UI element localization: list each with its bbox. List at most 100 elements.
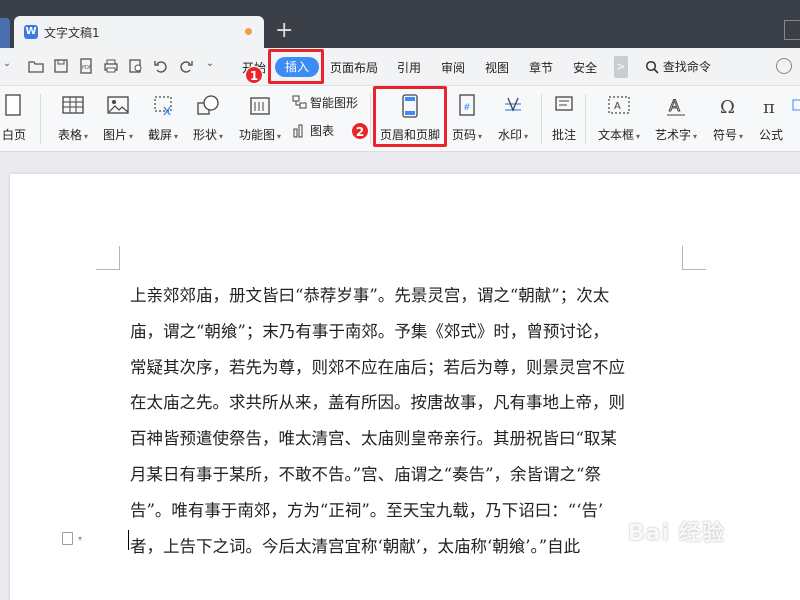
baidu-jingyan-watermark: Bai 经验 [628,521,725,546]
margin-corner-left [96,246,120,270]
print-icon[interactable] [103,58,119,76]
shape-button[interactable]: 形状 ▾ [190,92,226,143]
window-control[interactable] [784,20,800,40]
chevron-down-icon: ▾ [129,132,134,141]
wordart-icon: A [667,96,685,116]
ribbon-divider [40,94,41,144]
chevron-down-icon: ▾ [524,132,529,141]
page-number-label: 页码 [451,128,476,142]
blank-page-label: 白页 [1,128,26,142]
wordart-button[interactable]: A 艺术字 ▾ [652,92,700,143]
step-1-badge: 1 [245,66,263,84]
app-menu-button[interactable] [0,18,10,48]
wordart-label: 艺术字 [654,128,691,142]
chevron-down-icon: ▾ [277,132,282,141]
chart-icon [293,124,303,138]
text-line: 百神皆预遣使祭告，唯太清宫、太庙则皇帝亲行。其册祝皆曰“取某 [130,429,617,449]
textbox-icon: A [608,96,630,114]
menu-item-view[interactable]: 视图 [485,59,509,76]
menu-bar: ⌄ PDF ⌄ 开始 插入 页面布局 引用 审阅 视图 章节 安全 > 查找命令 [0,48,800,86]
function-chart-button[interactable]: 功能图 ▾ [236,92,284,143]
customize-dropdown-icon[interactable]: ⌄ [205,58,215,76]
text-line: 常疑其次序，若先为尊，则郊不应在庙后；若后为尊，则景灵宫不应 [130,357,625,377]
chart-button[interactable]: 图表 [292,122,334,139]
open-folder-icon[interactable] [28,58,44,76]
ribbon-divider [370,94,371,144]
table-button[interactable]: 表格 ▾ [55,92,91,143]
document-body-text[interactable]: 上亲郊郊庙，册文皆曰“恭荐岁事”。先景灵宫，谓之“朝献”；次太 庙，谓之“朝飨”… [130,278,686,564]
screenshot-icon [154,96,172,116]
svg-text:#: # [463,103,471,113]
symbol-label: 符号 [712,128,737,142]
export-pdf-icon[interactable]: PDF [78,58,94,76]
text-line: 月某日有事于某所，不敢不告。”宫、庙谓之“奏告”，余皆谓之“祭 [130,464,601,484]
text-line: 者，上告下之词。今后太清宫宜称‘朝献’，太庙称‘朝飨’。”自此 [130,536,581,556]
print-preview-icon[interactable] [128,58,144,76]
insert-tab-highlight [268,49,324,84]
menu-item-references[interactable]: 引用 [397,59,421,76]
more-ribbon-icon[interactable] [791,92,800,120]
symbol-button[interactable]: Ω 符号 ▾ [710,92,746,143]
watermark-button[interactable]: 水印 ▾ [494,92,532,143]
unsaved-dot-icon [245,28,252,35]
writer-doc-icon: W [24,25,38,39]
picture-icon [107,96,129,114]
smart-shape-button[interactable]: 智能图形 [292,94,358,111]
help-icon[interactable] [776,58,792,74]
blank-page-icon [5,94,21,116]
text-line: 上亲郊郊庙，册文皆曰“恭荐岁事”。先景灵宫，谓之“朝献”；次太 [130,286,610,305]
chevron-down-icon: ▾ [174,132,179,141]
comment-label: 批注 [551,128,576,142]
svg-text:π: π [763,97,775,118]
shape-icon [197,95,219,115]
textbox-button[interactable]: A 文本框 ▾ [594,92,644,143]
menu-item-page-layout[interactable]: 页面布局 [330,59,378,76]
save-icon[interactable] [53,58,69,76]
chevron-down-icon: ▾ [636,132,641,141]
smart-shape-icon [292,95,307,109]
search-icon [645,60,659,74]
svg-text:Ω: Ω [720,97,735,118]
paragraph-handle-icon[interactable] [62,532,73,545]
chevron-down-icon: ▾ [693,132,698,141]
text-line: 告”。唯有事于南郊，方为“正祠”。至天宝九载，乃下诏曰：“‘告’ [130,500,604,520]
page-number-icon: # [459,94,475,116]
text-line: 庙，谓之“朝飨”；末乃有事于南郊。予集《郊式》时，曾预讨论， [130,321,609,341]
title-bar: W 文字文稿1 + [0,0,800,48]
textbox-label: 文本框 [597,128,634,142]
undo-icon[interactable] [153,58,169,76]
menu-item-security[interactable]: 安全 [573,59,597,76]
pi-icon: π [763,97,775,118]
header-footer-highlight [373,86,447,147]
redo-icon[interactable] [178,58,194,76]
blank-page-button[interactable]: 白页 [0,92,28,143]
menu-more-arrow[interactable]: > [614,56,628,78]
step-2-badge: 2 [351,122,369,140]
document-tab[interactable]: W 文字文稿1 [14,16,264,48]
search-command[interactable]: 查找命令 [645,58,711,75]
table-icon [62,96,84,114]
svg-text:PDF: PDF [82,65,92,71]
screenshot-button[interactable]: 截屏 ▾ [145,92,181,143]
page-number-button[interactable]: # 页码 ▾ [448,92,486,143]
chevron-down-icon[interactable]: ▾ [78,534,82,543]
document-tab-title: 文字文稿1 [44,26,100,40]
chevron-down-icon: ▾ [219,132,224,141]
chevron-down-icon: ▾ [478,132,483,141]
menu-item-chapter[interactable]: 章节 [529,59,553,76]
menu-item-review[interactable]: 审阅 [441,59,465,76]
chevron-down-icon: ▾ [739,132,744,141]
function-chart-label: 功能图 [238,128,275,142]
table-label: 表格 [57,128,82,142]
screenshot-label: 截屏 [147,128,172,142]
text-line: 在太庙之先。求共所从来，盖有所因。按唐故事，凡有事地上帝，则 [130,393,625,413]
formula-button[interactable]: π 公式 [755,92,787,143]
chevron-down-icon: ▾ [84,132,89,141]
comment-button[interactable]: 批注 [548,92,580,143]
picture-button[interactable]: 图片 ▾ [100,92,136,143]
new-tab-button[interactable]: + [275,18,293,44]
chevron-down-icon[interactable]: ⌄ [2,58,12,76]
svg-text:A: A [614,101,621,112]
formula-label: 公式 [758,128,783,142]
chart-label: 图表 [310,124,335,138]
